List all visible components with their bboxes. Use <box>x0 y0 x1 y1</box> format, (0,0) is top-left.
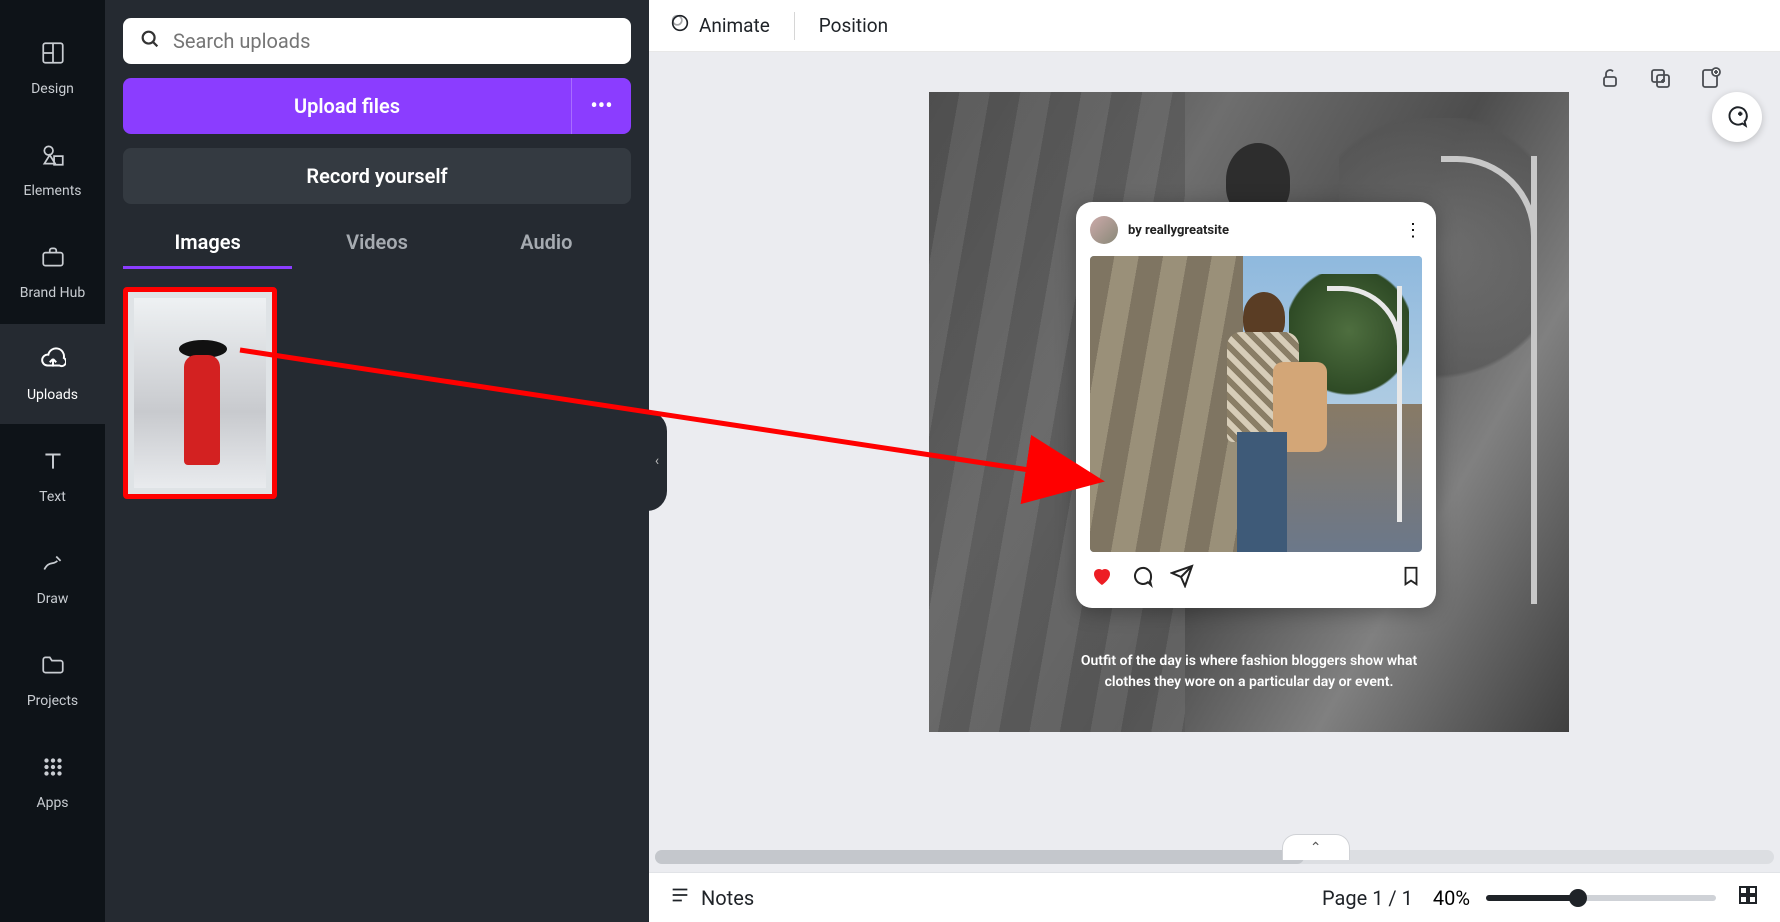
rail-item-apps[interactable]: Apps <box>0 732 105 832</box>
page-indicator[interactable]: Page 1 / 1 <box>1322 886 1413 910</box>
scroll-thumb[interactable] <box>655 850 1304 864</box>
canvas-caption[interactable]: Outfit of the day is where fashion blogg… <box>929 651 1569 692</box>
page-list-toggle[interactable]: ⌃ <box>1282 834 1350 860</box>
duplicate-page-icon[interactable] <box>1648 66 1672 96</box>
uploads-tabs: Images Videos Audio <box>123 230 631 269</box>
tab-audio[interactable]: Audio <box>462 230 631 269</box>
layout-icon <box>40 40 66 73</box>
zoom-value[interactable]: 40% <box>1433 886 1470 910</box>
scroll-track[interactable]: ⌃ <box>655 850 1774 864</box>
tab-images[interactable]: Images <box>123 230 292 269</box>
horizontal-scrollbar[interactable]: ⌃ <box>649 842 1780 872</box>
rail-item-uploads[interactable]: Uploads <box>0 324 105 424</box>
add-page-icon[interactable] <box>1698 66 1722 96</box>
folder-icon <box>40 652 66 685</box>
design-canvas[interactable]: by reallygreatsite ⋮ <box>929 92 1569 732</box>
search-icon <box>139 28 161 54</box>
assistant-button[interactable] <box>1712 92 1762 142</box>
rail-label: Brand Hub <box>20 285 85 301</box>
chevron-up-icon: ⌃ <box>1310 840 1322 856</box>
rail-label: Text <box>39 489 66 505</box>
apps-grid-icon <box>40 754 66 787</box>
chevron-left-icon: ‹ <box>655 453 659 469</box>
zoom-control: 40% <box>1433 886 1716 910</box>
upload-thumb[interactable] <box>123 287 277 499</box>
heart-icon[interactable] <box>1090 564 1114 594</box>
draw-icon <box>40 550 66 583</box>
canvas-viewport[interactable]: by reallygreatsite ⋮ <box>649 52 1780 872</box>
upload-thumb-grid <box>123 287 631 499</box>
rail-label: Elements <box>23 183 81 199</box>
upload-more-button[interactable]: ••• <box>571 78 631 134</box>
instagram-card[interactable]: by reallygreatsite ⋮ <box>1076 202 1436 608</box>
grid-view-icon[interactable] <box>1736 883 1760 913</box>
tab-videos[interactable]: Videos <box>292 230 461 269</box>
rail-label: Apps <box>36 795 68 811</box>
record-yourself-button[interactable]: Record yourself <box>123 148 631 204</box>
upload-files-button[interactable]: Upload files <box>123 78 571 134</box>
rail-label: Draw <box>37 591 69 607</box>
position-button[interactable]: Position <box>819 14 888 37</box>
avatar <box>1090 216 1118 244</box>
notes-icon <box>669 884 691 911</box>
rail-item-elements[interactable]: Elements <box>0 120 105 220</box>
comment-icon[interactable] <box>1130 564 1154 594</box>
animate-icon <box>669 12 691 39</box>
left-rail: Design Elements Brand Hub Uploads Text D… <box>0 0 105 922</box>
post-image[interactable] <box>1090 256 1422 552</box>
animate-label: Animate <box>699 14 770 37</box>
post-more-icon[interactable]: ⋮ <box>1404 220 1422 241</box>
zoom-slider[interactable] <box>1486 895 1716 901</box>
editor-area: Animate Position <box>649 0 1780 922</box>
search-input[interactable] <box>173 29 615 53</box>
thumb-image <box>134 298 266 488</box>
rail-item-text[interactable]: Text <box>0 426 105 526</box>
notes-button[interactable]: Notes <box>669 884 754 911</box>
rail-label: Design <box>31 81 74 97</box>
bookmark-icon[interactable] <box>1400 565 1422 593</box>
rail-item-brand-hub[interactable]: Brand Hub <box>0 222 105 322</box>
share-icon[interactable] <box>1170 564 1194 594</box>
rail-item-projects[interactable]: Projects <box>0 630 105 730</box>
search-field[interactable] <box>123 18 631 64</box>
position-label: Position <box>819 14 888 37</box>
status-bar: Notes Page 1 / 1 40% <box>649 872 1780 922</box>
notes-label: Notes <box>701 886 754 910</box>
unlock-icon[interactable] <box>1598 66 1622 96</box>
uploads-panel: Upload files ••• Record yourself Images … <box>105 0 649 922</box>
context-toolbar: Animate Position <box>649 0 1780 52</box>
rail-label: Uploads <box>27 387 78 403</box>
rail-label: Projects <box>27 693 78 709</box>
cloud-upload-icon <box>40 346 66 379</box>
briefcase-icon <box>40 244 66 277</box>
shapes-icon <box>40 142 66 175</box>
text-icon <box>40 448 66 481</box>
post-actions <box>1090 564 1422 594</box>
rail-item-design[interactable]: Design <box>0 18 105 118</box>
post-author: by reallygreatsite <box>1128 223 1394 238</box>
collapse-panel-handle[interactable]: ‹ <box>647 411 667 511</box>
toolbar-divider <box>794 12 795 40</box>
rail-item-draw[interactable]: Draw <box>0 528 105 628</box>
page-actions <box>1598 66 1722 96</box>
animate-button[interactable]: Animate <box>669 12 770 39</box>
